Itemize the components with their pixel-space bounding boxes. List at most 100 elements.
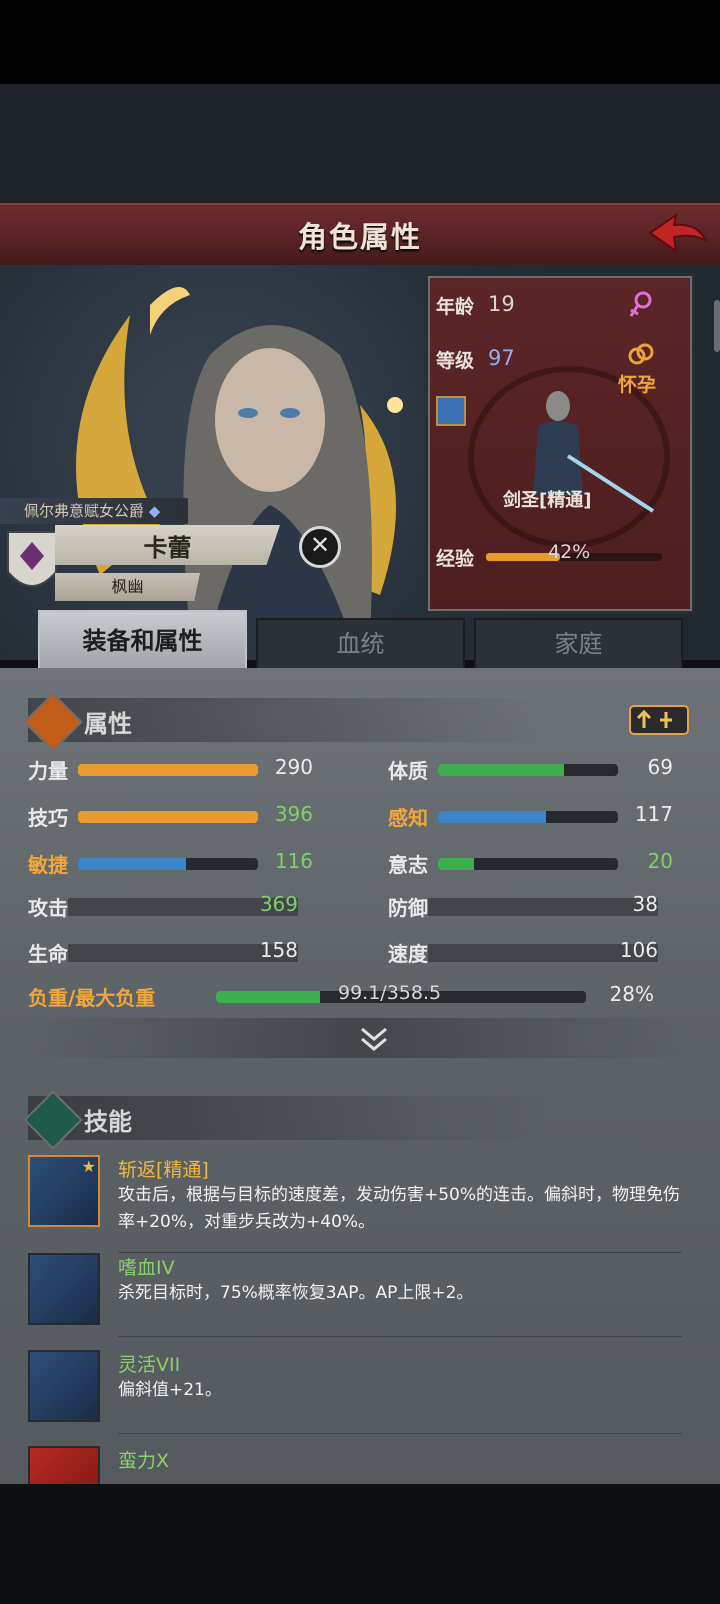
skill-name: 嗜血IV <box>118 1257 175 1279</box>
dismiss-icon[interactable]: ✕ <box>299 526 341 568</box>
attribute-value: 20 <box>647 849 673 873</box>
combat-stat-label: 速度 <box>388 942 428 966</box>
tab-bloodline[interactable]: 血统 <box>256 618 465 672</box>
attribute-bar <box>78 811 258 823</box>
attribute-bar-fill <box>438 764 564 776</box>
age-label: 年龄 <box>436 296 475 318</box>
stat-panel: 年龄 19 等级 97 怀孕 剑圣[精通] 经验 42% <box>425 273 695 614</box>
attribute-value: 69 <box>647 755 673 779</box>
attribute-label: 敏捷 <box>28 853 68 877</box>
attribute-value: 396 <box>274 802 313 826</box>
skill-desc: 杀死目标时，75%概率恢复3AP。AP上限+2。 <box>118 1283 474 1303</box>
skill-item[interactable]: ★ 斩返[精通] 攻击后，根据与目标的速度差，发动伤害+50%的连击。偏斜时，物… <box>28 1155 692 1253</box>
level-value: 97 <box>488 346 515 370</box>
attribute-row: 感知 117 <box>388 802 688 832</box>
combat-stat-value: 158 <box>259 938 298 962</box>
exp-label: 经验 <box>436 548 475 570</box>
bloodlust-skill-icon <box>28 1253 100 1325</box>
combat-stat-value: 106 <box>619 938 658 962</box>
combat-stat-value: 369 <box>259 892 298 916</box>
combat-stat-row: 防御 38 <box>388 892 668 922</box>
attribute-row: 力量 290 <box>28 755 328 785</box>
combat-stat-row: 速度 106 <box>388 938 668 968</box>
skill-name: 斩返[精通] <box>118 1159 209 1181</box>
attribute-value: 290 <box>274 755 313 779</box>
load-value: 99.1/358.5 <box>338 982 442 1004</box>
attribute-bar <box>78 858 258 870</box>
expand-attributes-button[interactable] <box>28 1018 692 1058</box>
attribute-bar-fill <box>438 811 546 823</box>
skill-desc: 攻击后，根据与目标的速度差，发动伤害+50%的连击。偏斜时，物理免伤率+20%，… <box>118 1185 681 1232</box>
age-value: 19 <box>488 292 515 316</box>
attribute-row: 意志 20 <box>388 849 688 879</box>
combat-stat-value: 38 <box>632 892 658 916</box>
attribute-bar-fill <box>78 858 186 870</box>
attributes-header: 属性 <box>23 692 548 752</box>
attribute-label: 感知 <box>388 806 428 830</box>
nameplate: 卡蕾 <box>55 525 280 565</box>
class-skill-icon[interactable] <box>436 396 466 426</box>
load-percent: 28% <box>609 982 654 1006</box>
load-label: 负重/最大负重 <box>28 986 156 1010</box>
allocate-points-icon[interactable] <box>628 698 690 738</box>
combat-stat-label: 攻击 <box>28 896 68 920</box>
skill-name: 蛮力X <box>118 1450 170 1472</box>
top-backdrop <box>0 84 720 204</box>
attribute-bar <box>438 764 618 776</box>
level-label: 等级 <box>436 350 475 372</box>
back-arrow-icon[interactable] <box>646 211 710 257</box>
attribute-value: 116 <box>274 849 313 873</box>
tab-equipment-attributes[interactable]: 装备和属性 <box>38 610 247 674</box>
attribute-bar <box>78 764 258 776</box>
attribute-bar-fill <box>78 764 258 776</box>
nobility-title-text: 佩尔弗意赋女公爵 <box>24 502 145 520</box>
combat-stat-row: 生命 158 <box>28 938 308 968</box>
skill-item[interactable]: 蛮力X <box>28 1446 692 1484</box>
attribute-bar-fill <box>438 858 474 870</box>
slash-skill-icon: ★ <box>28 1155 100 1227</box>
combat-stat-row: 攻击 369 <box>28 892 308 922</box>
attribute-row: 体质 69 <box>388 755 688 785</box>
attributes-title: 属性 <box>84 710 132 738</box>
combat-stat-label: 生命 <box>28 942 68 966</box>
bottom-backdrop <box>0 1484 720 1604</box>
attribute-label: 意志 <box>388 853 428 877</box>
attribute-value: 117 <box>634 802 673 826</box>
load-row: 负重/最大负重 99.1/358.5 28% <box>28 982 668 1012</box>
status-bar-area <box>0 0 720 84</box>
brute-force-skill-icon <box>28 1446 100 1484</box>
divider <box>118 1433 682 1434</box>
star-icon: ★ <box>81 1157 96 1176</box>
rank-icon: ◆ <box>148 502 161 520</box>
attribute-bar <box>438 858 618 870</box>
tab-bar: 装备和属性 血统 家庭 <box>28 610 692 674</box>
title-bar: 角色属性 <box>0 203 720 267</box>
nobility-title: 佩尔弗意赋女公爵 ◆ <box>0 498 189 524</box>
combat-stat-label: 防御 <box>388 896 428 920</box>
agility-skill-icon <box>28 1350 100 1422</box>
rings-icon <box>628 343 654 365</box>
scroll-indicator[interactable] <box>714 300 720 352</box>
attribute-bar <box>438 811 618 823</box>
skill-desc: 偏斜值+21。 <box>118 1380 222 1400</box>
exp-percent: 42% <box>548 541 591 563</box>
character-name: 卡蕾 <box>143 533 192 562</box>
attribute-row: 技巧 396 <box>28 802 328 832</box>
attribute-label: 力量 <box>28 759 68 783</box>
chevron-down-icon <box>361 1027 387 1051</box>
crest-icon <box>7 531 57 587</box>
attribute-label: 体质 <box>388 759 428 783</box>
female-symbol-icon <box>629 291 652 317</box>
attribute-bar-fill <box>78 811 258 823</box>
skill-name: 灵活VII <box>118 1354 181 1376</box>
tab-family[interactable]: 家庭 <box>474 618 683 672</box>
attribute-label: 技巧 <box>28 806 68 830</box>
divider <box>118 1336 682 1337</box>
skill-item[interactable]: 嗜血IV 杀死目标时，75%概率恢复3AP。AP上限+2。 <box>28 1253 692 1337</box>
load-bar-fill <box>216 991 320 1003</box>
skills-title: 技能 <box>84 1108 132 1136</box>
class-name: 剑圣[精通] <box>503 490 592 511</box>
skill-item[interactable]: 灵活VII 偏斜值+21。 <box>28 1350 692 1434</box>
attribute-row: 敏捷 116 <box>28 849 328 879</box>
clan-name: 枫幽 <box>55 573 200 601</box>
